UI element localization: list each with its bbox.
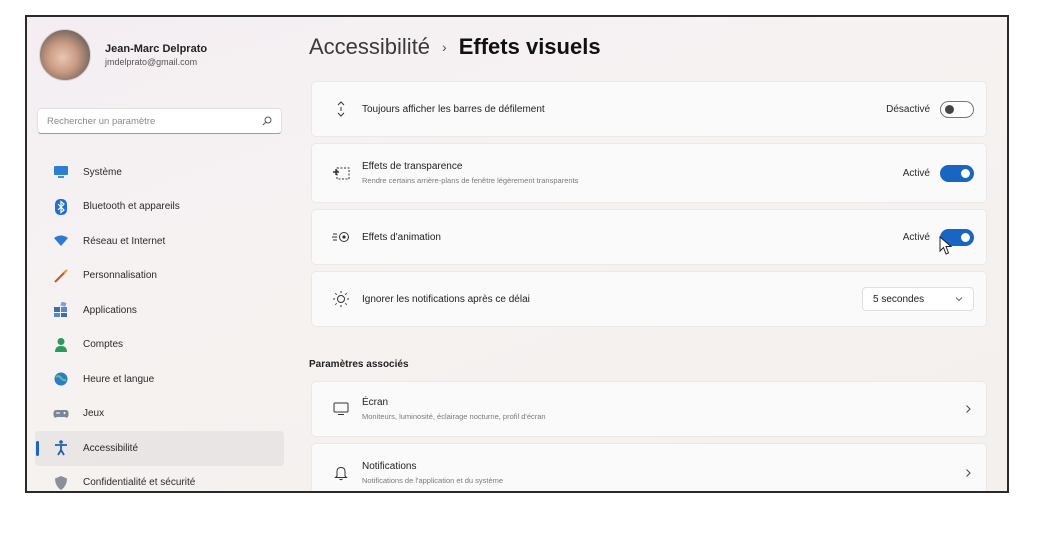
user-name: Jean-Marc Delprato <box>105 43 208 55</box>
sidebar-item-accessibilite[interactable]: Accessibilité <box>35 431 284 466</box>
gamepad-icon <box>53 406 69 422</box>
scrollbars-toggle[interactable] <box>940 100 974 118</box>
monitor-icon <box>53 164 69 180</box>
sidebar-item-applications[interactable]: Applications <box>35 293 284 328</box>
setting-description: Notifications de l'application et du sys… <box>362 476 504 485</box>
brush-icon <box>53 268 69 284</box>
setting-title: Écran <box>362 397 389 408</box>
transparency-icon <box>332 164 350 182</box>
sidebar-item-label: Accessibilité <box>83 442 139 454</box>
sidebar-item-label: Personnalisation <box>83 270 157 282</box>
transparency-toggle[interactable] <box>940 164 974 182</box>
search-icon <box>262 116 272 126</box>
related-settings-heading: Paramètres associés <box>309 359 409 370</box>
apps-icon <box>53 302 69 318</box>
search-input[interactable]: Rechercher un paramètre <box>37 108 282 134</box>
shield-icon <box>53 475 69 491</box>
sidebar-item-label: Bluetooth et appareils <box>83 201 180 213</box>
sidebar-item-label: Jeux <box>83 408 105 420</box>
display-icon <box>332 400 350 418</box>
sidebar-item-label: Confidentialité et sécurité <box>83 477 196 489</box>
breadcrumb: Accessibilité › Effets visuels <box>309 34 601 60</box>
accessibility-icon <box>53 440 69 456</box>
sidebar-item-label: Réseau et Internet <box>83 235 166 247</box>
sidebar-item-label: Applications <box>83 304 137 316</box>
setting-title: Effets d'animation <box>362 231 441 243</box>
breadcrumb-parent[interactable]: Accessibilité <box>309 34 430 60</box>
notification-timeout-dropdown[interactable]: 5 secondes <box>862 287 974 311</box>
setting-title: Effets de transparence <box>362 161 463 172</box>
sun-timer-icon <box>332 290 350 308</box>
user-profile[interactable]: Jean-Marc Delprato jmdelprato@gmail.com <box>39 29 207 81</box>
bluetooth-icon <box>53 198 69 215</box>
sidebar-nav: Système Bluetooth et appareils Réseau et… <box>35 155 284 492</box>
scrollbar-icon <box>332 100 350 118</box>
setting-notification-timeout: Ignorer les notifications après ce délai… <box>311 271 987 327</box>
setting-title: Notifications <box>362 461 417 472</box>
related-item-ecran[interactable]: Écran Moniteurs, luminosité, éclairage n… <box>311 381 987 437</box>
setting-title: Ignorer les notifications après ce délai <box>362 293 530 305</box>
bell-icon <box>332 464 350 482</box>
toggle-state-label: Activé <box>902 167 930 179</box>
dropdown-value: 5 secondes <box>873 293 925 305</box>
toggle-state-label: Désactivé <box>886 103 930 115</box>
sidebar-item-jeux[interactable]: Jeux <box>35 397 284 432</box>
setting-animation: Effets d'animation Activé <box>311 209 987 265</box>
settings-window: Jean-Marc Delprato jmdelprato@gmail.com … <box>25 15 1009 493</box>
sidebar-item-heure-langue[interactable]: Heure et langue <box>35 362 284 397</box>
mouse-cursor-icon <box>939 236 953 255</box>
person-icon <box>53 337 69 353</box>
sidebar-item-confidentialite[interactable]: Confidentialité et sécurité <box>35 466 284 492</box>
setting-description: Rendre certains arrière-plans de fenêtre… <box>362 176 579 185</box>
sidebar-item-comptes[interactable]: Comptes <box>35 328 284 363</box>
animation-icon <box>332 228 350 246</box>
setting-title: Toujours afficher les barres de défileme… <box>362 103 545 115</box>
sidebar: Jean-Marc Delprato jmdelprato@gmail.com … <box>27 17 292 491</box>
user-email: jmdelprato@gmail.com <box>105 57 198 67</box>
page-title: Effets visuels <box>458 34 601 59</box>
sidebar-item-label: Comptes <box>83 339 124 351</box>
chevron-down-icon <box>955 297 963 302</box>
avatar[interactable] <box>39 29 91 81</box>
chevron-right-icon <box>966 405 971 413</box>
related-item-notifications[interactable]: Notifications Notifications de l'applica… <box>311 443 987 491</box>
setting-description: Moniteurs, luminosité, éclairage nocturn… <box>362 412 546 421</box>
setting-transparency: Effets de transparence Rendre certains a… <box>311 143 987 203</box>
globe-clock-icon <box>53 371 69 387</box>
selection-indicator <box>36 441 39 456</box>
sidebar-item-label: Système <box>83 166 122 178</box>
main-content: Accessibilité › Effets visuels Toujours … <box>309 17 1007 491</box>
breadcrumb-separator: › <box>442 39 447 55</box>
chevron-right-icon <box>966 469 971 477</box>
sidebar-item-label: Heure et langue <box>83 373 155 385</box>
sidebar-item-bluetooth[interactable]: Bluetooth et appareils <box>35 190 284 225</box>
sidebar-item-personnalisation[interactable]: Personnalisation <box>35 259 284 294</box>
wifi-icon <box>53 233 69 249</box>
sidebar-item-reseau[interactable]: Réseau et Internet <box>35 224 284 259</box>
sidebar-item-systeme[interactable]: Système <box>35 155 284 190</box>
search-placeholder: Rechercher un paramètre <box>47 115 156 127</box>
toggle-state-label: Activé <box>902 231 930 243</box>
setting-scrollbars: Toujours afficher les barres de défileme… <box>311 81 987 137</box>
